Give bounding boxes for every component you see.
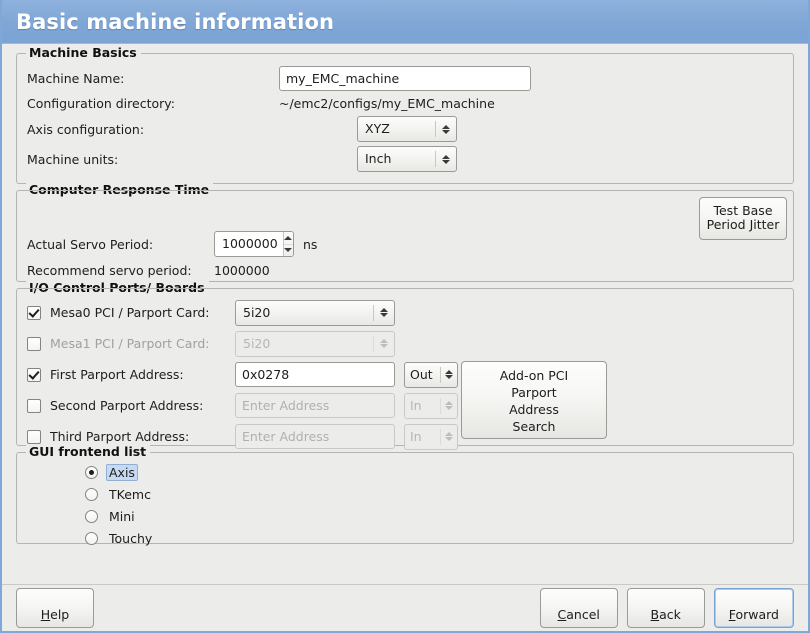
page-title: Basic machine information [16, 10, 334, 34]
machine-units-value: Inch [365, 147, 431, 171]
mesa1-card-value: 5i20 [243, 332, 369, 356]
actual-servo-period-spinner[interactable]: 1000000 [214, 231, 294, 257]
mesa0-checkbox[interactable] [27, 306, 41, 320]
second-parport-label: Second Parport Address: [50, 398, 235, 413]
back-button[interactable]: Back [627, 588, 705, 629]
second-parport-address-input: Enter Address [235, 393, 395, 418]
row-axis-configuration: Axis configuration: XYZ [27, 114, 783, 144]
mesa0-label: Mesa0 PCI / Parport Card: [50, 305, 235, 320]
dialog-window: Basic machine information Machine Basics… [0, 0, 810, 633]
second-parport-direction-combo: In [404, 393, 458, 419]
third-parport-direction-value: In [410, 425, 436, 449]
chevron-updown-icon[interactable] [436, 125, 456, 134]
machine-name-label: Machine Name: [27, 71, 279, 86]
gui-option-mini-label: Mini [106, 509, 138, 524]
chevron-updown-icon [374, 339, 394, 348]
machine-units-combo[interactable]: Inch [357, 146, 457, 172]
forward-button[interactable]: Forward [714, 588, 794, 629]
third-parport-label: Third Parport Address: [50, 429, 235, 444]
dialog-header: Basic machine information [2, 0, 808, 44]
group-legend-gui-frontend: GUI frontend list [26, 444, 150, 459]
dialog-content: Machine Basics Machine Name: my_EMC_mach… [2, 45, 808, 631]
back-mnemonic: B [651, 607, 660, 622]
config-directory-label: Configuration directory: [27, 96, 279, 111]
forward-label-rest: orward [735, 607, 779, 622]
second-parport-checkbox[interactable] [27, 399, 41, 413]
machine-name-input[interactable]: my_EMC_machine [279, 66, 531, 91]
config-directory-value: ~/emc2/configs/my_EMC_machine [279, 96, 495, 111]
spinner-up-icon[interactable] [284, 232, 293, 244]
first-parport-checkbox[interactable] [27, 368, 41, 382]
mesa0-card-combo[interactable]: 5i20 [235, 300, 395, 326]
cancel-mnemonic: C [558, 607, 567, 622]
row-mesa1: Mesa1 PCI / Parport Card: 5i20 [27, 328, 783, 359]
group-gui-frontend-list: GUI frontend list Axis TKemc Mini Touchy [16, 452, 794, 544]
first-parport-direction-value: Out [410, 363, 436, 387]
chevron-updown-icon[interactable] [436, 155, 456, 164]
mesa1-label: Mesa1 PCI / Parport Card: [50, 336, 235, 351]
dialog-footer: Help Cancel Back Forward [2, 584, 808, 631]
row-mesa0: Mesa0 PCI / Parport Card: 5i20 [27, 297, 783, 328]
servo-period-units-label: ns [303, 237, 317, 252]
actual-servo-period-value: 1000000 [215, 232, 283, 256]
first-parport-address-input[interactable]: 0x0278 [235, 362, 395, 387]
row-machine-name: Machine Name: my_EMC_machine [27, 64, 783, 92]
first-parport-label: First Parport Address: [50, 367, 235, 382]
radio-touchy[interactable] [85, 532, 98, 545]
second-parport-direction-value: In [410, 394, 436, 418]
group-computer-response-time: Computer Response Time Test Base Period … [16, 190, 794, 282]
third-parport-direction-combo: In [404, 424, 458, 450]
recommend-servo-period-value: 1000000 [214, 263, 270, 278]
cancel-button[interactable]: Cancel [540, 588, 618, 629]
machine-units-label: Machine units: [27, 152, 357, 167]
first-parport-direction-combo[interactable]: Out [404, 362, 458, 388]
row-machine-units: Machine units: Inch [27, 144, 783, 174]
cancel-label-rest: ancel [566, 607, 600, 622]
row-config-directory: Configuration directory: ~/emc2/configs/… [27, 92, 783, 114]
mesa1-card-combo: 5i20 [235, 331, 395, 357]
axis-configuration-label: Axis configuration: [27, 122, 357, 137]
recommend-servo-period-label: Recommend servo period: [27, 263, 214, 278]
spinner-down-icon[interactable] [284, 244, 293, 257]
gui-option-touchy-label: Touchy [106, 531, 155, 546]
gui-option-tkemc-label: TKemc [106, 487, 154, 502]
spinner-buttons[interactable] [283, 232, 293, 256]
addon-pci-parport-address-search-button[interactable]: Add-on PCI Parport Address Search [461, 361, 607, 439]
radio-axis[interactable] [85, 466, 98, 479]
axis-configuration-combo[interactable]: XYZ [357, 116, 457, 142]
chevron-updown-icon [441, 401, 457, 410]
help-label-rest: elp [50, 607, 69, 622]
gui-option-axis-label: Axis [106, 464, 138, 481]
row-recommend-servo-period: Recommend servo period: 1000000 [27, 259, 783, 281]
chevron-updown-icon[interactable] [374, 308, 394, 317]
test-base-period-jitter-button[interactable]: Test Base Period Jitter [699, 197, 787, 240]
back-label-rest: ack [659, 607, 681, 622]
gui-option-tkemc[interactable]: TKemc [27, 483, 783, 505]
chevron-updown-icon [441, 432, 457, 441]
gui-option-axis[interactable]: Axis [27, 461, 783, 483]
actual-servo-period-label: Actual Servo Period: [27, 237, 214, 252]
axis-configuration-value: XYZ [365, 117, 431, 141]
group-io-control-ports: I/O Control Ports/ Boards Mesa0 PCI / Pa… [16, 288, 794, 446]
row-second-parport: Second Parport Address: Enter Address In [27, 390, 783, 421]
group-legend-machine-basics: Machine Basics [26, 45, 141, 60]
radio-mini[interactable] [85, 510, 98, 523]
radio-tkemc[interactable] [85, 488, 98, 501]
row-first-parport: First Parport Address: 0x0278 Out [27, 359, 783, 390]
third-parport-checkbox[interactable] [27, 430, 41, 444]
row-actual-servo-period: Actual Servo Period: 1000000 ns [27, 229, 783, 259]
help-button[interactable]: Help [16, 588, 94, 629]
help-mnemonic: H [41, 607, 50, 622]
mesa1-checkbox[interactable] [27, 337, 41, 351]
group-machine-basics: Machine Basics Machine Name: my_EMC_mach… [16, 53, 794, 184]
chevron-updown-icon[interactable] [441, 370, 457, 379]
third-parport-address-input: Enter Address [235, 424, 395, 449]
footer-actions: Cancel Back Forward [540, 588, 794, 629]
mesa0-card-value: 5i20 [243, 301, 369, 325]
gui-option-mini[interactable]: Mini [27, 505, 783, 527]
gui-option-touchy[interactable]: Touchy [27, 527, 783, 549]
